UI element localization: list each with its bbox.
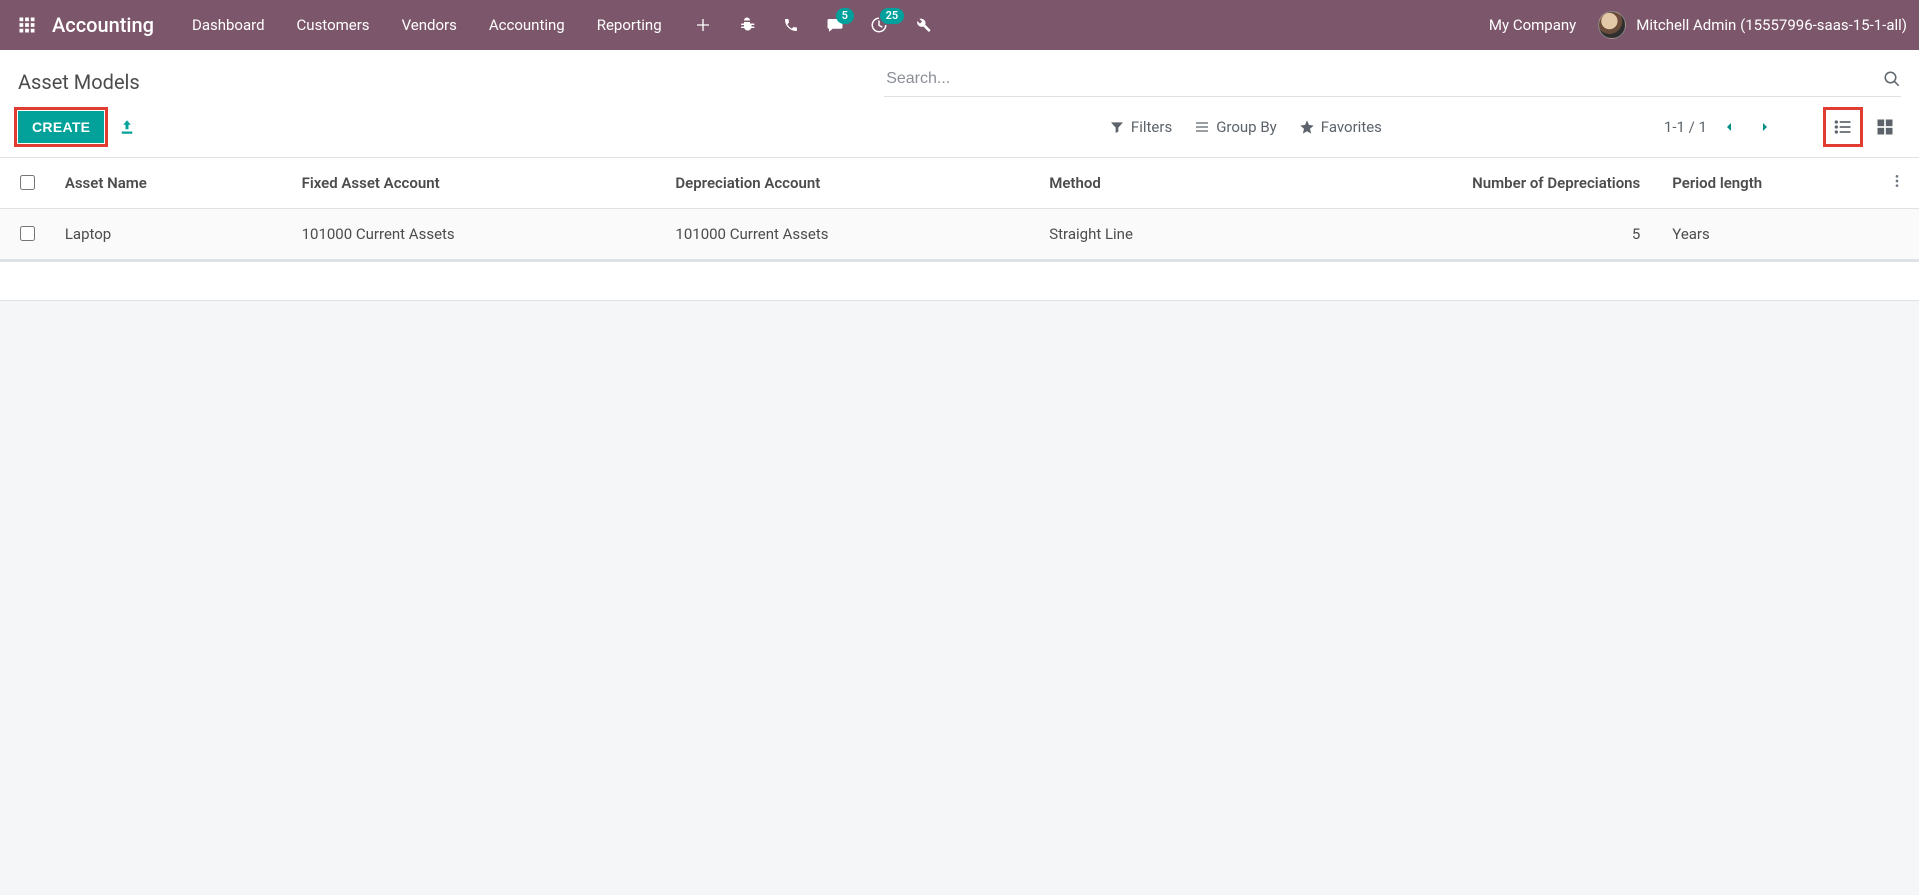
top-navbar: Accounting Dashboard Customers Vendors A…	[0, 0, 1919, 50]
list-view: Asset Name Fixed Asset Account Depreciat…	[0, 158, 1919, 261]
select-all-checkbox[interactable]	[20, 175, 35, 190]
list-view-button[interactable]	[1827, 111, 1859, 143]
pager-text: 1-1 / 1	[1664, 118, 1707, 136]
control-panel: Asset Models CREATE Filters Group By Fav…	[0, 50, 1919, 158]
company-switcher[interactable]: My Company	[1489, 16, 1576, 34]
cell-num-depr: 5	[1413, 209, 1662, 260]
col-depr-account[interactable]: Depreciation Account	[665, 158, 1039, 209]
main-menu: Dashboard Customers Vendors Accounting R…	[176, 0, 678, 50]
filters-button[interactable]: Filters	[1109, 118, 1172, 136]
row-checkbox[interactable]	[20, 226, 35, 241]
pager: 1-1 / 1	[1664, 113, 1779, 141]
columns-options-icon[interactable]	[1874, 158, 1919, 209]
phone-icon[interactable]	[778, 12, 804, 38]
pager-next[interactable]	[1751, 113, 1779, 141]
tools-icon[interactable]	[910, 12, 936, 38]
breadcrumb: Asset Models	[18, 70, 140, 94]
pager-prev[interactable]	[1715, 113, 1743, 141]
menu-accounting[interactable]: Accounting	[473, 0, 581, 50]
search-bar	[884, 66, 1901, 97]
app-title[interactable]: Accounting	[52, 13, 154, 37]
cell-method: Straight Line	[1039, 209, 1413, 260]
menu-reporting[interactable]: Reporting	[581, 0, 678, 50]
apps-menu-icon[interactable]	[12, 10, 42, 40]
col-asset-name[interactable]: Asset Name	[55, 158, 292, 209]
favorites-label: Favorites	[1321, 118, 1382, 136]
activities-icon[interactable]: 25	[866, 12, 892, 38]
cell-asset-name: Laptop	[55, 209, 292, 260]
nav-icon-group: 5 25	[690, 12, 936, 38]
menu-vendors[interactable]: Vendors	[386, 0, 473, 50]
filters-label: Filters	[1131, 118, 1172, 136]
kanban-view-button[interactable]	[1869, 111, 1901, 143]
messages-badge: 5	[836, 8, 854, 24]
user-menu[interactable]: Mitchell Admin (15557996-saas-15-1-all)	[1598, 11, 1907, 39]
search-icon[interactable]	[1883, 70, 1901, 88]
menu-customers[interactable]: Customers	[281, 0, 386, 50]
table-footer-band	[0, 261, 1919, 301]
cell-fixed-account: 101000 Current Assets	[292, 209, 666, 260]
create-button[interactable]: CREATE	[18, 111, 104, 143]
table-header-row: Asset Name Fixed Asset Account Depreciat…	[0, 158, 1919, 209]
search-input[interactable]	[884, 66, 1883, 92]
nav-right: My Company Mitchell Admin (15557996-saas…	[1489, 11, 1907, 39]
menu-dashboard[interactable]: Dashboard	[176, 0, 281, 50]
col-method[interactable]: Method	[1039, 158, 1413, 209]
activities-badge: 25	[880, 8, 905, 24]
col-fixed-account[interactable]: Fixed Asset Account	[292, 158, 666, 209]
import-icon[interactable]	[118, 118, 136, 136]
toolbar-right: Filters Group By Favorites 1-1 / 1	[1109, 111, 1901, 143]
table-row[interactable]: Laptop 101000 Current Assets 101000 Curr…	[0, 209, 1919, 260]
asset-models-table: Asset Name Fixed Asset Account Depreciat…	[0, 158, 1919, 260]
cell-depr-account: 101000 Current Assets	[665, 209, 1039, 260]
debug-icon[interactable]	[734, 12, 760, 38]
view-switch	[1827, 111, 1901, 143]
new-menu-icon[interactable]	[690, 12, 716, 38]
groupby-button[interactable]: Group By	[1194, 118, 1277, 136]
avatar	[1598, 11, 1626, 39]
col-num-depr[interactable]: Number of Depreciations	[1413, 158, 1662, 209]
user-name: Mitchell Admin (15557996-saas-15-1-all)	[1636, 16, 1907, 34]
messages-icon[interactable]: 5	[822, 12, 848, 38]
favorites-button[interactable]: Favorites	[1299, 118, 1382, 136]
col-period-len[interactable]: Period length	[1662, 158, 1874, 209]
cell-period-len: Years	[1662, 209, 1874, 260]
groupby-label: Group By	[1216, 118, 1277, 136]
